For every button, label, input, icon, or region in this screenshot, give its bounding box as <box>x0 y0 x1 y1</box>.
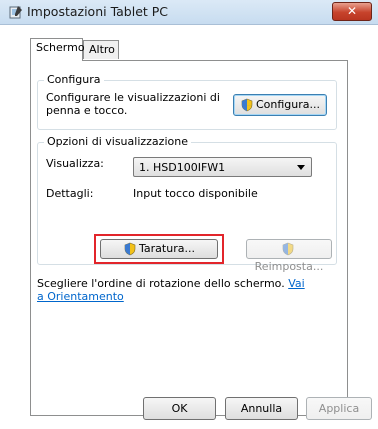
orientation-link-part1[interactable]: Vai <box>288 277 304 290</box>
reset-button[interactable]: Reimposta... <box>246 239 332 273</box>
uac-shield-icon <box>241 98 253 112</box>
configura-description-line2: penna e tocco. <box>46 104 128 117</box>
orientation-link-part2[interactable]: a Orientamento <box>37 290 124 303</box>
apply-button[interactable]: Applica <box>306 397 372 420</box>
title-bar[interactable]: Impostazioni Tablet PC ✕ <box>0 0 378 25</box>
configura-button-label: Configura... <box>255 98 321 111</box>
display-select[interactable]: 1. HSD100IFW1 <box>133 157 312 177</box>
details-value: Input tocco disponibile <box>133 187 258 200</box>
close-icon: ✕ <box>346 4 358 18</box>
cancel-button-label: Annulla <box>240 402 283 415</box>
calibrate-button-label: Taratura... <box>139 242 195 255</box>
configura-button[interactable]: Configura... <box>233 94 327 116</box>
configura-group-legend: Configura <box>44 73 104 86</box>
display-options-legend: Opzioni di visualizzazione <box>44 135 191 148</box>
display-select-value: 1. HSD100IFW1 <box>139 161 226 174</box>
chevron-down-icon <box>297 165 305 170</box>
uac-shield-icon <box>124 242 136 256</box>
orientation-link-line2: a Orientamento <box>37 290 124 303</box>
reset-button-label: Reimposta... <box>254 260 324 273</box>
window-title: Impostazioni Tablet PC <box>27 4 169 19</box>
tab-schermo[interactable]: Schermo <box>30 38 85 61</box>
ok-button[interactable]: OK <box>143 397 216 420</box>
configura-description-line1: Configurare le visualizzazioni di <box>46 91 220 104</box>
close-button[interactable]: ✕ <box>332 2 372 21</box>
settings-window: Impostazioni Tablet PC ✕ Schermo Altro C… <box>0 0 378 429</box>
uac-shield-icon <box>282 242 294 256</box>
details-label: Dettagli: <box>46 187 94 200</box>
tablet-pc-icon <box>9 6 22 19</box>
display-label: Visualizza: <box>46 157 104 170</box>
rotation-text: Scegliere l'ordine di rotazione dello sc… <box>37 277 305 290</box>
tab-altro[interactable]: Altro <box>83 40 119 59</box>
cancel-button[interactable]: Annulla <box>225 397 298 420</box>
calibrate-button[interactable]: Taratura... <box>100 239 218 259</box>
apply-button-label: Applica <box>318 402 360 415</box>
ok-button-label: OK <box>171 402 188 415</box>
